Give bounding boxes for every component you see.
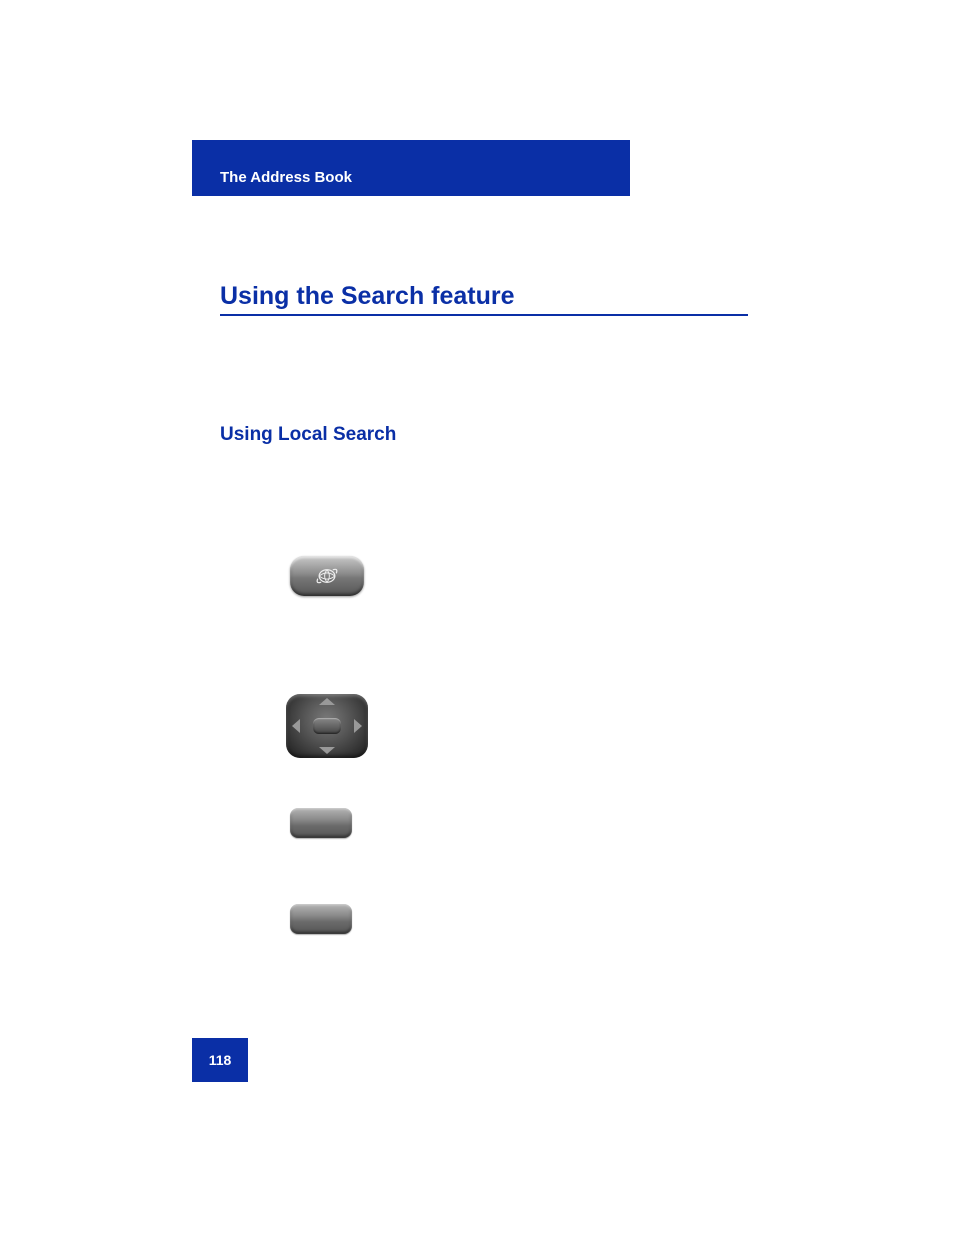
page-title: Using the Search feature [220,282,515,311]
arrow-up-icon [319,698,335,705]
section-header: The Address Book [192,140,630,196]
arrow-down-icon [319,747,335,754]
nav-pad-body [286,694,368,758]
title-underline [220,314,748,316]
arrow-left-icon [292,719,300,733]
page-number: 118 [209,1052,232,1068]
arrow-right-icon [354,719,362,733]
page-number-box: 118 [192,1038,248,1082]
globe-icon [314,565,340,587]
softkey-button-icon [290,904,352,934]
softkey-button-icon [290,808,352,838]
nav-center-button-icon [313,718,341,734]
navigation-pad-icon [286,694,368,758]
internet-button-icon [290,556,364,596]
section-title: The Address Book [220,169,352,186]
section-subtitle: Using Local Search [220,424,396,446]
